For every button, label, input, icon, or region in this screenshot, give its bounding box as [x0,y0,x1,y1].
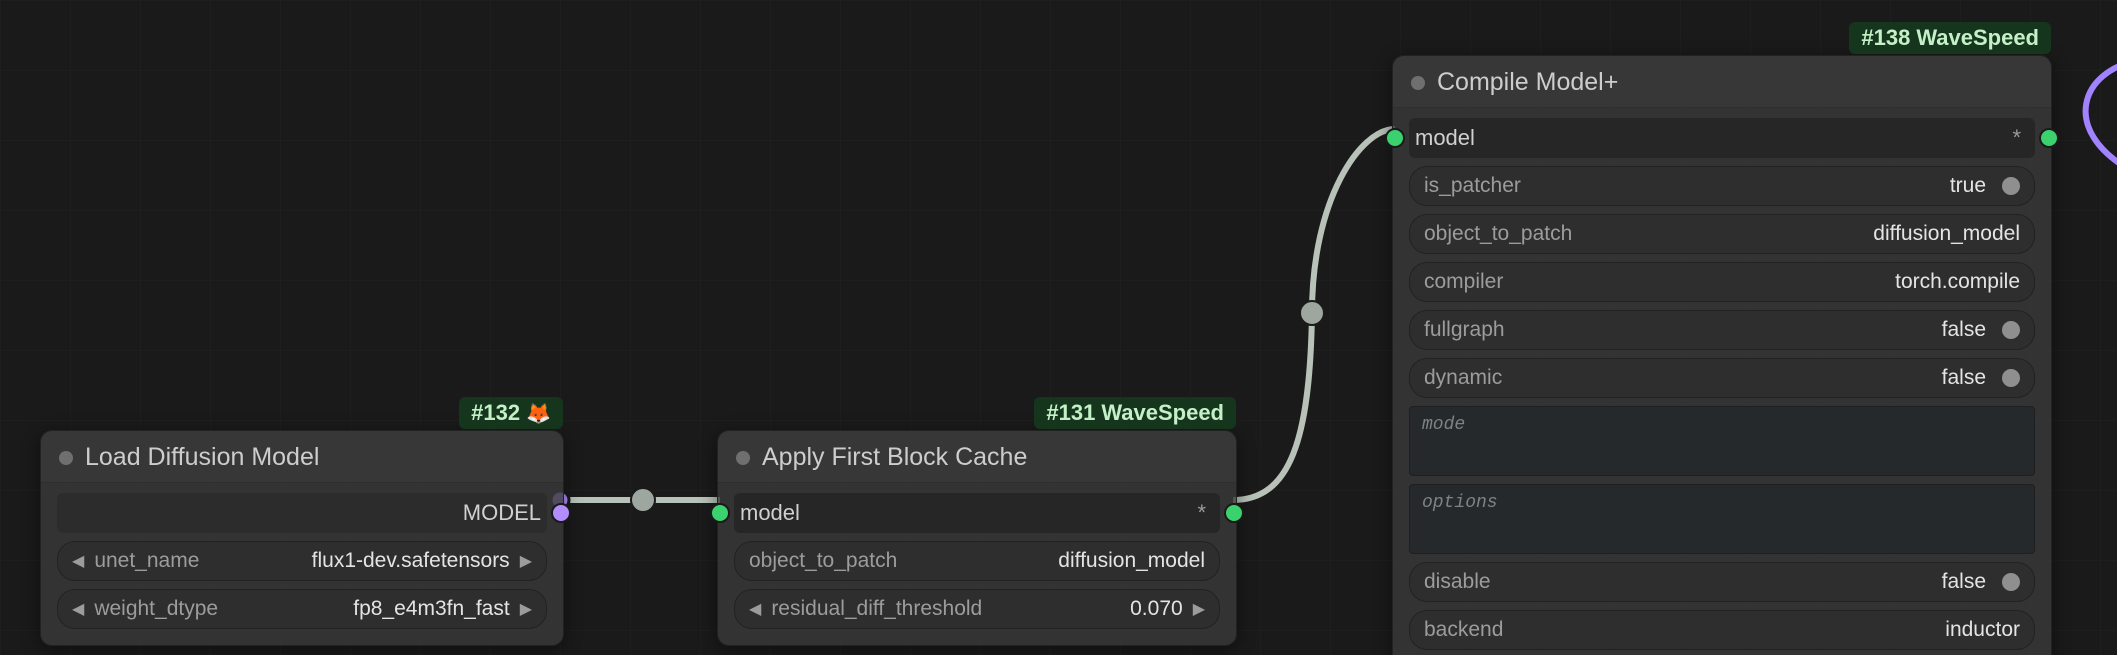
widget-value: torch.compile [1895,270,2020,294]
output-port-icon[interactable] [2039,128,2059,148]
widget-residual-diff-threshold[interactable]: ◀ residual_diff_threshold 0.070 ▶ [734,589,1220,629]
widget-mode-text[interactable]: mode [1409,406,2035,476]
chevron-right-icon[interactable]: ▶ [520,599,532,619]
reroute-dot[interactable] [630,487,656,513]
widget-is-patcher[interactable]: is_patcher true [1409,166,2035,206]
output-slot-model[interactable]: MODEL [57,493,547,533]
node-collapse-dot-icon[interactable] [736,451,750,465]
chevron-left-icon[interactable]: ◀ [72,551,84,571]
chevron-left-icon[interactable]: ◀ [749,599,761,619]
toggle-knob-icon[interactable] [2002,369,2020,387]
io-wildcard-label: * [1197,500,1214,526]
widget-object-to-patch[interactable]: object_to_patch diffusion_model [1409,214,2035,254]
node-title: Load Diffusion Model [85,443,319,472]
widget-value: 0.070 [1130,597,1183,621]
widget-value: false [1942,366,1986,390]
node-collapse-dot-icon[interactable] [1411,76,1425,90]
widget-value: false [1942,318,1986,342]
widget-label: backend [1424,618,1503,642]
widget-value: inductor [1945,618,2020,642]
input-port-icon[interactable] [710,503,730,523]
input-port-icon[interactable] [1385,128,1405,148]
widget-label: residual_diff_threshold [771,597,982,621]
io-slot-model[interactable]: model * [734,493,1220,533]
input-label: model [1415,125,1475,151]
node-badge-id: #138 [1861,25,1910,51]
widget-label: is_patcher [1424,174,1521,198]
widget-unet-name[interactable]: ◀ unet_name flux1-dev.safetensors ▶ [57,541,547,581]
widget-label: object_to_patch [749,549,897,573]
node-badge-id: #132 [471,400,520,426]
widget-value: true [1950,174,1986,198]
node-badge: #131 WaveSpeed [1034,397,1236,429]
widget-value: false [1942,570,1986,594]
fox-icon: 🦊 [526,401,551,426]
output-label: MODEL [463,500,541,526]
node-header[interactable]: Load Diffusion Model [41,431,563,483]
chevron-left-icon[interactable]: ◀ [72,599,84,619]
widget-value: diffusion_model [1873,222,2020,246]
widget-value: flux1-dev.safetensors [312,549,510,573]
widget-label: unet_name [94,549,199,573]
widget-value: fp8_e4m3fn_fast [353,597,509,621]
widget-fullgraph[interactable]: fullgraph false [1409,310,2035,350]
output-port-icon[interactable] [551,503,571,523]
node-apply-first-block-cache[interactable]: #131 WaveSpeed Apply First Block Cache m… [717,430,1237,646]
node-title: Apply First Block Cache [762,443,1027,472]
widget-dynamic[interactable]: dynamic false [1409,358,2035,398]
widget-label: dynamic [1424,366,1502,390]
widget-object-to-patch[interactable]: object_to_patch diffusion_model [734,541,1220,581]
node-badge: #138 WaveSpeed [1849,22,2051,54]
chevron-right-icon[interactable]: ▶ [1193,599,1205,619]
toggle-knob-icon[interactable] [2002,573,2020,591]
node-badge-id: #131 [1046,400,1095,426]
io-wildcard-label: * [2012,125,2029,151]
widget-label: fullgraph [1424,318,1505,342]
toggle-knob-icon[interactable] [2002,177,2020,195]
node-title: Compile Model+ [1437,68,1618,97]
node-compile-model-plus[interactable]: #138 WaveSpeed Compile Model+ model * is… [1392,55,2052,655]
widget-compiler[interactable]: compiler torch.compile [1409,262,2035,302]
widget-label: compiler [1424,270,1503,294]
toggle-knob-icon[interactable] [2002,321,2020,339]
node-badge: #132 🦊 [459,397,563,429]
node-collapse-dot-icon[interactable] [59,451,73,465]
input-label: model [740,500,800,526]
node-badge-label: WaveSpeed [1916,25,2039,51]
io-slot-model[interactable]: model * [1409,118,2035,158]
widget-disable[interactable]: disable false [1409,562,2035,602]
node-header[interactable]: Compile Model+ [1393,56,2051,108]
widget-label: weight_dtype [94,597,218,621]
node-load-diffusion-model[interactable]: #132 🦊 Load Diffusion Model MODEL ◀ unet… [40,430,564,646]
output-port-icon[interactable] [1224,503,1244,523]
widget-weight-dtype[interactable]: ◀ weight_dtype fp8_e4m3fn_fast ▶ [57,589,547,629]
widget-options-text[interactable]: options [1409,484,2035,554]
widget-label: disable [1424,570,1491,594]
widget-backend[interactable]: backend inductor [1409,610,2035,650]
node-header[interactable]: Apply First Block Cache [718,431,1236,483]
chevron-right-icon[interactable]: ▶ [520,551,532,571]
widget-value: diffusion_model [1058,549,1205,573]
widget-label: object_to_patch [1424,222,1572,246]
node-badge-label: WaveSpeed [1101,400,1224,426]
reroute-dot[interactable] [1299,300,1325,326]
